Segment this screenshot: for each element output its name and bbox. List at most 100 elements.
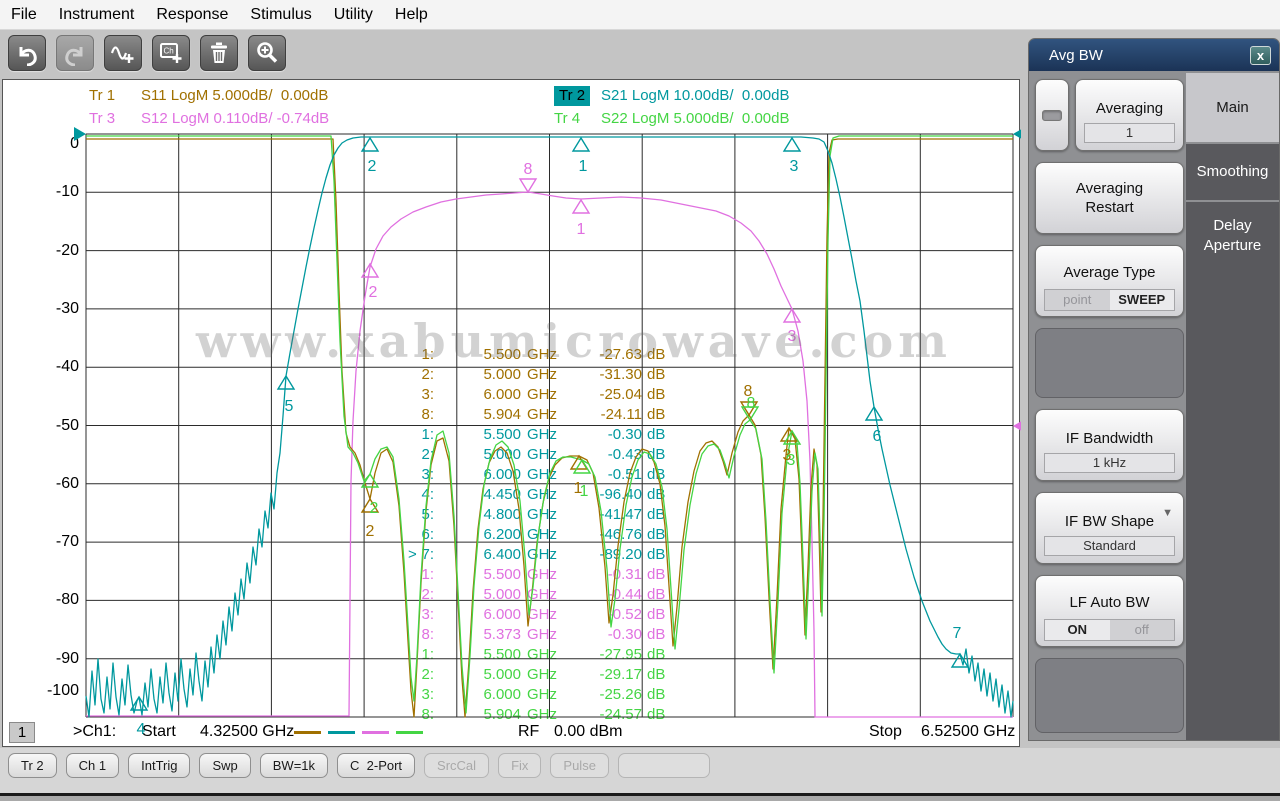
marker-value-unit: dB	[647, 506, 666, 523]
start-value[interactable]: 4.32500 GHz	[200, 723, 294, 741]
status-button-swp[interactable]: Swp	[199, 753, 251, 778]
marker-triangle-3	[782, 307, 802, 323]
menu-item-file[interactable]: File	[0, 0, 48, 30]
marker-triangle-7	[950, 652, 970, 668]
marker-value: -89.20	[599, 546, 642, 563]
status-button-tr-2[interactable]: Tr 2	[8, 753, 57, 778]
tab-main[interactable]: Main	[1186, 73, 1279, 142]
lf-auto-bw-option-off[interactable]: off	[1109, 619, 1174, 640]
channel-status-bar: 1 >Ch1: Start 4.32500 GHz RF 0.00 dBm St…	[3, 720, 1019, 746]
status-button-ch-1[interactable]: Ch 1	[65, 753, 120, 778]
marker-value: -0.44	[607, 586, 642, 603]
marker-value-unit: dB	[647, 486, 666, 503]
averaging-button[interactable]: Averaging 1	[1075, 79, 1184, 151]
tab-delay-aperture[interactable]: Delay Aperture	[1186, 200, 1279, 270]
trace-id-tr2[interactable]: Tr 2	[554, 86, 591, 106]
stop-value[interactable]: 6.52500 GHz	[921, 723, 1015, 741]
delete-button[interactable]	[200, 35, 238, 71]
averaging-enable-button[interactable]	[1035, 79, 1069, 151]
marker-frequency: 6.000	[483, 466, 521, 483]
marker-label-8: 8	[524, 161, 533, 178]
marker-frequency-unit: GHz	[527, 426, 557, 443]
panel-tab-strip: Main Smoothing Delay Aperture	[1186, 73, 1279, 740]
lf-auto-bw-button[interactable]: LF Auto BW ON off	[1035, 575, 1184, 647]
y-axis-label-0: 0	[70, 135, 79, 152]
status-button-bar: Tr 2 Ch 1 IntTrig Swp BW=1k C 2-Port SrcCal Fix…	[0, 748, 1280, 793]
marker-frequency-unit: GHz	[527, 546, 557, 563]
marker-label-8: 8	[744, 383, 753, 400]
marker-frequency: 4.450	[483, 486, 521, 503]
menu-item-help[interactable]: Help	[384, 0, 439, 30]
marker-number: 2:	[421, 666, 434, 683]
average-type-button[interactable]: Average Type point SWEEP	[1035, 245, 1184, 317]
reference-level-indicator	[1013, 421, 1021, 431]
menu-item-utility[interactable]: Utility	[323, 0, 384, 30]
marker-frequency-unit: GHz	[527, 566, 557, 583]
marker-number: 4:	[421, 486, 434, 503]
trace-label-tr2[interactable]: S21 LogM 10.00dB/ 0.00dB	[601, 86, 789, 106]
add-channel-button[interactable]: Ch	[152, 35, 190, 71]
if-bw-shape-button[interactable]: IF BW Shape ▼ Standard	[1035, 492, 1184, 564]
marker-triangle-2	[360, 136, 380, 152]
rf-value[interactable]: 0.00 dBm	[554, 723, 622, 741]
chevron-down-icon[interactable]: ▼	[1162, 507, 1173, 519]
marker-frequency: 5.500	[483, 346, 521, 363]
if-bw-shape-value[interactable]: Standard	[1044, 535, 1175, 556]
add-trace-button[interactable]	[104, 35, 142, 71]
trace-id-tr1[interactable]: Tr 1	[89, 86, 115, 106]
trace-id-tr4[interactable]: Tr 4	[554, 109, 580, 129]
average-type-option-sweep[interactable]: SWEEP	[1109, 289, 1174, 310]
trace-label-tr4[interactable]: S22 LogM 5.000dB/ 0.00dB	[601, 109, 789, 129]
y-axis-label--80: -80	[55, 591, 79, 609]
marker-frequency: 5.500	[483, 566, 521, 583]
marker-value: -27.95	[599, 646, 642, 663]
marker-frequency: 5.373	[483, 626, 521, 643]
marker-label-3: 3	[788, 328, 797, 345]
averaging-value[interactable]: 1	[1084, 122, 1175, 143]
trace-id-tr3[interactable]: Tr 3	[89, 109, 115, 129]
marker-triangle-3	[779, 426, 799, 442]
marker-value-unit: dB	[647, 446, 666, 463]
status-button-inttrig[interactable]: IntTrig	[128, 753, 191, 778]
rf-label: RF	[518, 723, 540, 740]
trace-label-tr1[interactable]: S11 LogM 5.000dB/ 0.00dB	[141, 86, 328, 106]
lf-auto-bw-toggle: ON off	[1044, 618, 1175, 641]
close-button[interactable]: x	[1250, 45, 1271, 65]
marker-value-unit: dB	[647, 366, 666, 383]
marker-value-unit: dB	[647, 426, 666, 443]
toggle-slot-icon	[1042, 109, 1062, 121]
marker-frequency-unit: GHz	[527, 486, 557, 503]
marker-frequency-unit: GHz	[527, 466, 557, 483]
menu-item-stimulus[interactable]: Stimulus	[239, 0, 322, 30]
averaging-restart-label: Averaging Restart	[1075, 180, 1144, 216]
panel-title-bar[interactable]: Avg BW x	[1029, 39, 1279, 71]
marker-number: 3:	[421, 606, 434, 623]
y-axis-label--70: -70	[55, 533, 79, 551]
status-button-bw-1k[interactable]: BW=1k	[259, 753, 329, 778]
zoom-button[interactable]	[248, 35, 286, 71]
marker-value: -25.04	[599, 386, 642, 403]
menu-item-response[interactable]: Response	[145, 0, 239, 30]
average-type-option-point[interactable]: point	[1045, 289, 1110, 310]
lf-auto-bw-option-on[interactable]: ON	[1045, 619, 1110, 640]
averaging-restart-button[interactable]: Averaging Restart	[1035, 162, 1184, 234]
reference-level-indicator	[1013, 129, 1021, 139]
marker-number: 5:	[421, 506, 434, 523]
marker-number: 3:	[421, 386, 434, 403]
marker-triangle-1	[571, 136, 591, 152]
marker-triangle-8	[740, 406, 760, 422]
marker-triangle-3	[782, 136, 802, 152]
undo-button[interactable]	[8, 35, 46, 71]
marker-triangle-2	[360, 497, 380, 513]
stop-label: Stop	[869, 723, 902, 740]
marker-value: -41.47	[599, 506, 642, 523]
tab-smoothing[interactable]: Smoothing	[1186, 142, 1279, 200]
trace1-legend-dash	[294, 731, 321, 734]
trace-label-tr3[interactable]: S12 LogM 0.110dB/ -0.74dB	[141, 109, 329, 129]
menu-item-instrument[interactable]: Instrument	[48, 0, 146, 30]
marker-value-unit: dB	[647, 586, 666, 603]
if-bandwidth-value[interactable]: 1 kHz	[1044, 452, 1175, 473]
status-button-c-2-port[interactable]: C 2-Port	[337, 753, 416, 778]
channel-badge[interactable]: 1	[9, 722, 35, 743]
if-bandwidth-button[interactable]: IF Bandwidth 1 kHz	[1035, 409, 1184, 481]
